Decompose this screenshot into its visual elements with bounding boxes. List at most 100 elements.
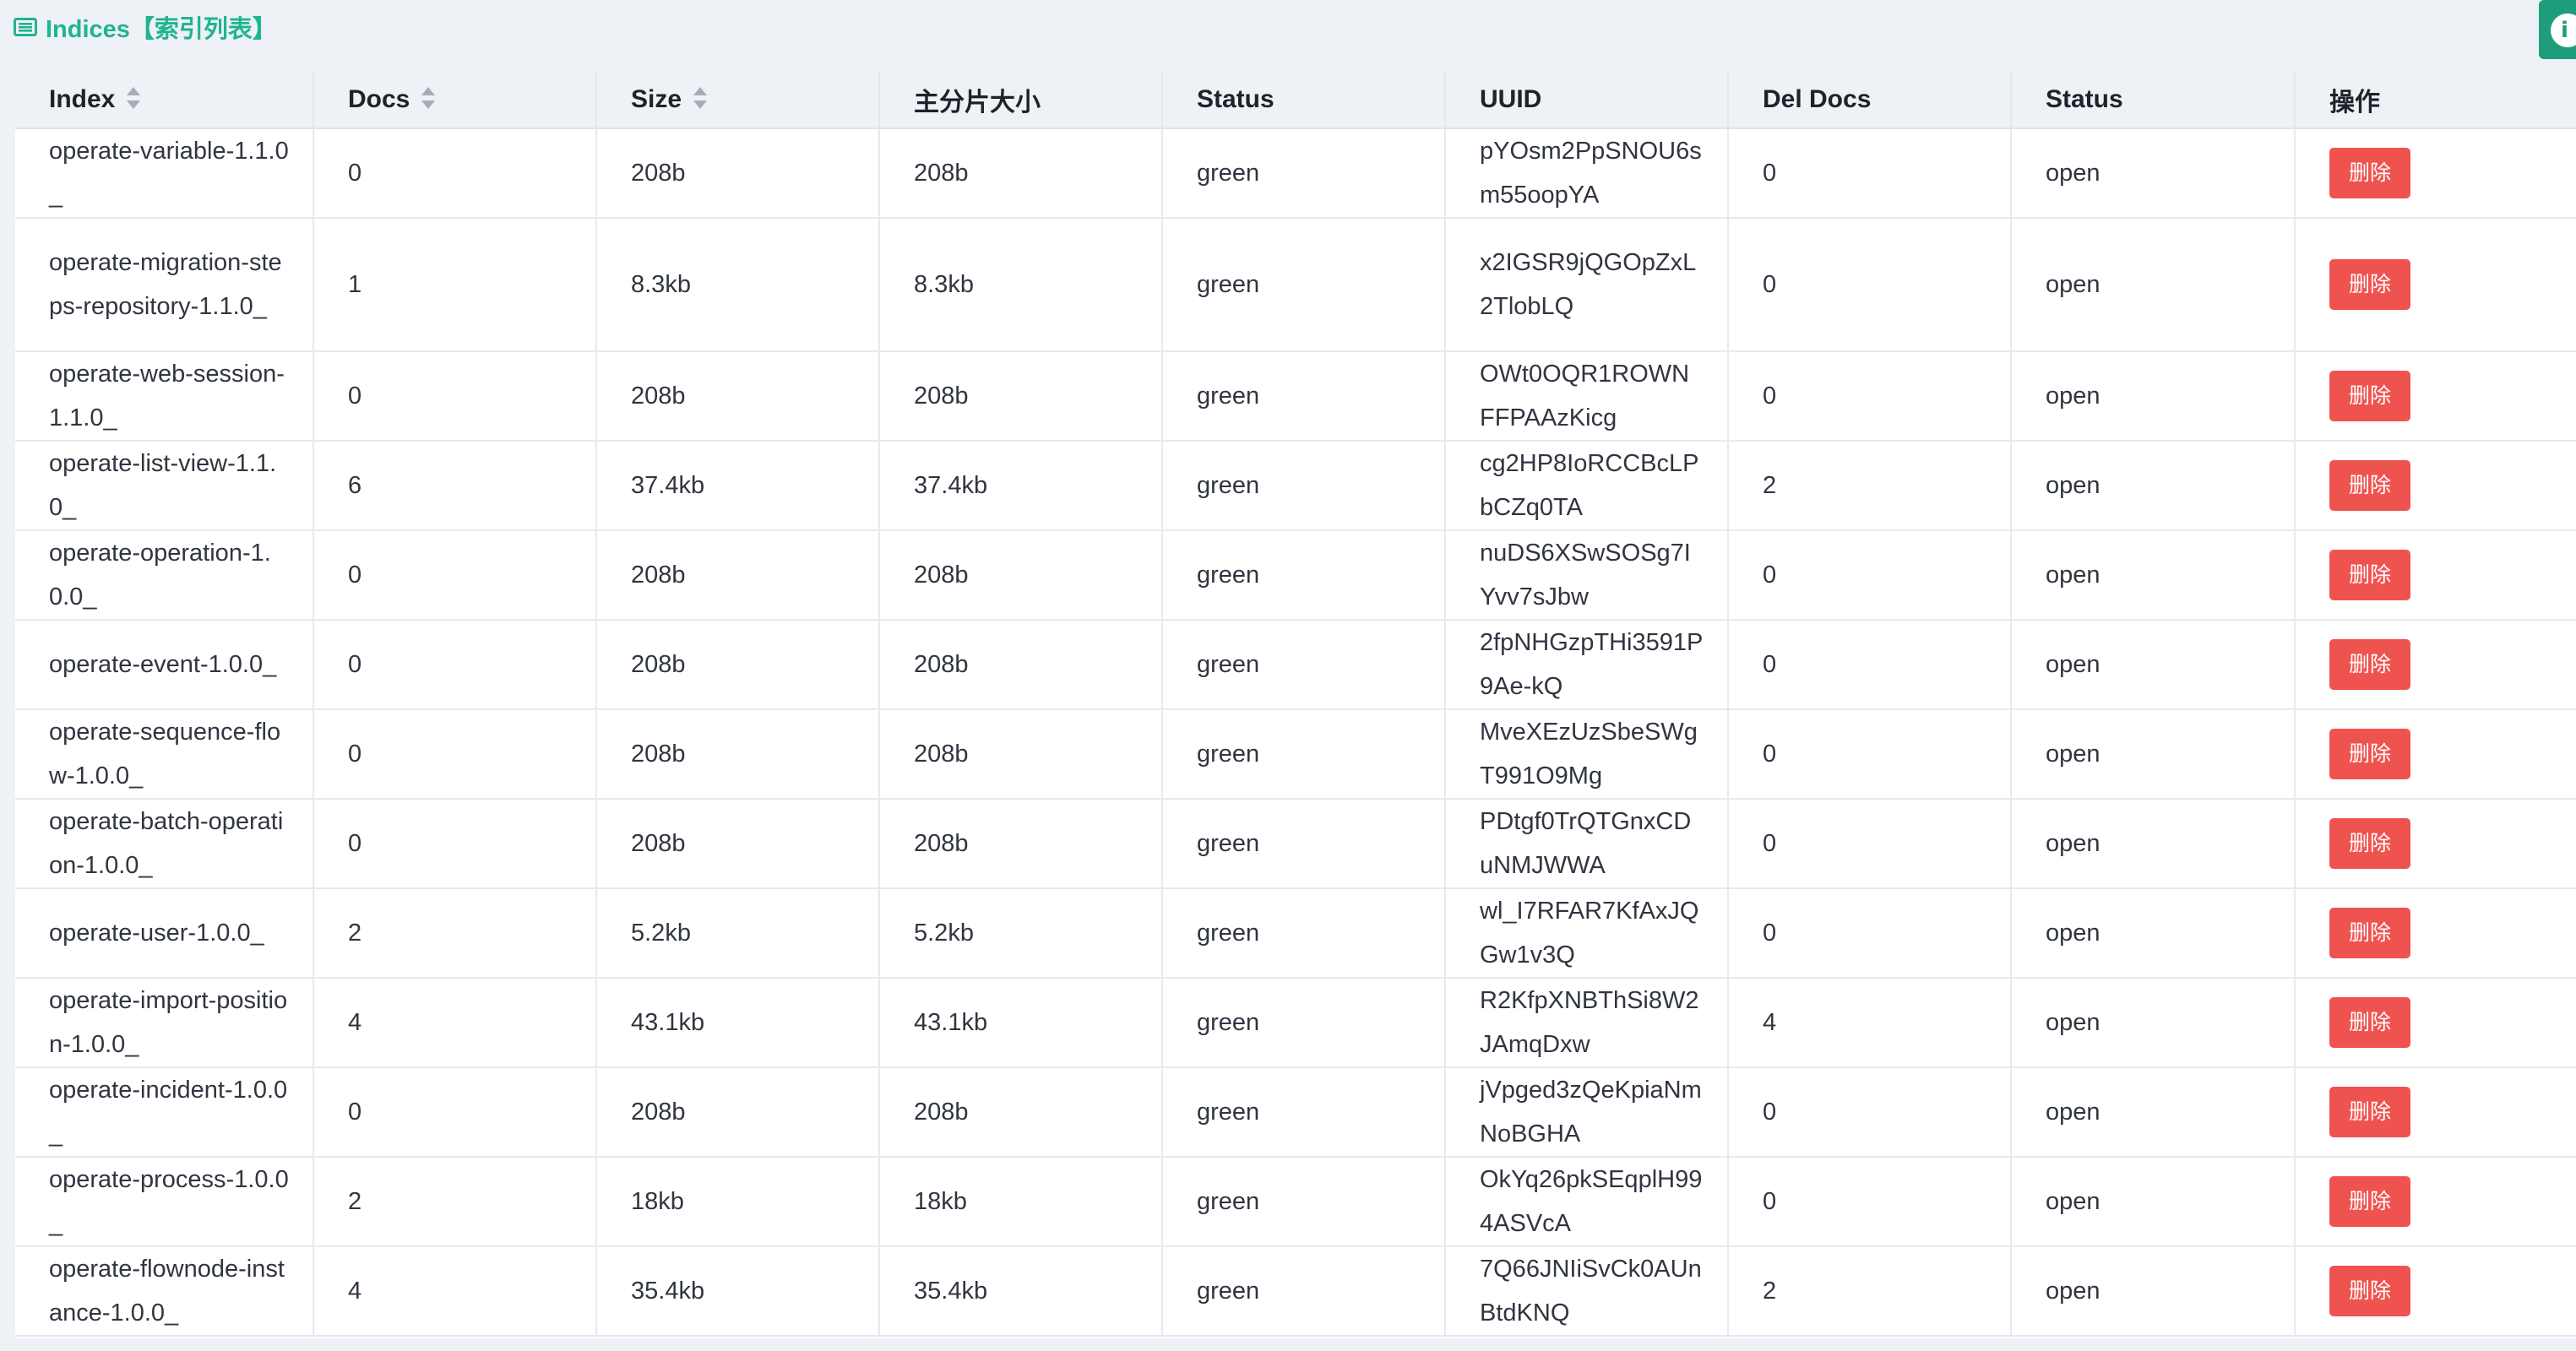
- column-header-index[interactable]: Index: [15, 72, 314, 129]
- cell-index: operate-flownode-instance-1.0.0_: [15, 1246, 314, 1337]
- cell-primary-size: 35.4kb: [879, 1246, 1163, 1337]
- cell-size: 208b: [596, 709, 880, 800]
- table-row: operate-import-position-1.0.0_ 4 43.1kb 43.…: [15, 978, 2576, 1068]
- cell-status: open: [2011, 799, 2296, 889]
- cell-primary-size: 208b: [879, 620, 1163, 710]
- cell-uuid: OWt0OQR1ROWNFFPAAzKicg: [1445, 351, 1729, 442]
- cell-del-docs: 2: [1728, 1246, 2012, 1337]
- cell-size: 208b: [596, 1067, 880, 1158]
- cell-health: green: [1162, 530, 1446, 621]
- cell-index: operate-sequence-flow-1.0.0_: [15, 709, 314, 800]
- sort-icon[interactable]: [692, 85, 709, 111]
- cell-docs: 0: [313, 1067, 597, 1158]
- delete-button[interactable]: 删除: [2329, 908, 2410, 958]
- cell-index: operate-import-position-1.0.0_: [15, 978, 314, 1068]
- cell-docs: 0: [313, 351, 597, 442]
- cell-docs: 4: [313, 978, 597, 1068]
- cell-status: open: [2011, 620, 2296, 710]
- cell-actions: 删除: [2295, 620, 2576, 710]
- delete-button[interactable]: 删除: [2329, 371, 2410, 421]
- cell-index: operate-batch-operation-1.0.0_: [15, 799, 314, 889]
- cell-status: open: [2011, 1067, 2296, 1158]
- cell-status: open: [2011, 888, 2296, 979]
- cell-del-docs: 0: [1728, 351, 2012, 442]
- cell-primary-size: 43.1kb: [879, 978, 1163, 1068]
- top-bar: Indices【索引列表】 i: [0, 0, 2576, 72]
- cell-actions: 删除: [2295, 530, 2576, 621]
- cell-uuid: MveXEzUzSbeSWgT991O9Mg: [1445, 709, 1729, 800]
- delete-button[interactable]: 删除: [2329, 460, 2410, 511]
- column-header-status: Status: [2011, 72, 2296, 129]
- cell-del-docs: 0: [1728, 799, 2012, 889]
- table-row: operate-variable-1.1.0_ 0 208b 208b green pYO…: [15, 128, 2576, 219]
- cell-primary-size: 208b: [879, 1067, 1163, 1158]
- cell-uuid: pYOsm2PpSNOU6sm55oopYA: [1445, 128, 1729, 219]
- cell-del-docs: 4: [1728, 978, 2012, 1068]
- cell-actions: 删除: [2295, 1157, 2576, 1247]
- table-row: operate-user-1.0.0_ 2 5.2kb 5.2kb green wl_I7…: [15, 888, 2576, 979]
- cell-actions: 删除: [2295, 978, 2576, 1068]
- cell-primary-size: 208b: [879, 530, 1163, 621]
- cell-uuid: OkYq26pkSEqplH994ASVcA: [1445, 1157, 1729, 1247]
- delete-button[interactable]: 删除: [2329, 818, 2410, 869]
- delete-button[interactable]: 删除: [2329, 639, 2410, 690]
- cell-size: 8.3kb: [596, 218, 880, 352]
- delete-button[interactable]: 删除: [2329, 148, 2410, 198]
- table-row: operate-sequence-flow-1.0.0_ 0 208b 208b gre…: [15, 709, 2576, 800]
- cell-docs: 1: [313, 218, 597, 352]
- cell-health: green: [1162, 441, 1446, 531]
- cell-uuid: 7Q66JNIiSvCk0AUnBtdKNQ: [1445, 1246, 1729, 1337]
- cell-status: open: [2011, 709, 2296, 800]
- cell-health: green: [1162, 1067, 1446, 1158]
- cell-uuid: cg2HP8IoRCCBcLPbCZq0TA: [1445, 441, 1729, 531]
- table-header-row: Index Docs Size 主分片大小 Status UUID Del Do…: [15, 72, 2576, 129]
- cell-actions: 删除: [2295, 351, 2576, 442]
- cell-docs: 2: [313, 1157, 597, 1247]
- cell-actions: 删除: [2295, 1246, 2576, 1337]
- delete-button[interactable]: 删除: [2329, 550, 2410, 600]
- cell-health: green: [1162, 978, 1446, 1068]
- table-list-icon: [14, 18, 37, 36]
- delete-button[interactable]: 删除: [2329, 1266, 2410, 1316]
- cell-uuid: wl_I7RFAR7KfAxJQGw1v3Q: [1445, 888, 1729, 979]
- cell-primary-size: 208b: [879, 128, 1163, 219]
- cell-docs: 0: [313, 128, 597, 219]
- table-row: operate-process-1.0.0_ 2 18kb 18kb green OkYq…: [15, 1157, 2576, 1247]
- table-body: operate-variable-1.1.0_ 0 208b 208b green pYO…: [15, 128, 2576, 1337]
- delete-button[interactable]: 删除: [2329, 729, 2410, 779]
- cell-uuid: 2fpNHGzpTHi3591P9Ae-kQ: [1445, 620, 1729, 710]
- delete-button[interactable]: 删除: [2329, 259, 2410, 310]
- cell-docs: 6: [313, 441, 597, 531]
- table-row: operate-incident-1.0.0_ 0 208b 208b green jVp…: [15, 1067, 2576, 1158]
- table-footer-edge: [15, 1338, 2576, 1351]
- cell-health: green: [1162, 128, 1446, 219]
- cell-status: open: [2011, 1157, 2296, 1247]
- sort-icon[interactable]: [125, 85, 142, 111]
- table-row: operate-event-1.0.0_ 0 208b 208b green 2fpNHG…: [15, 620, 2576, 710]
- delete-button[interactable]: 删除: [2329, 1176, 2410, 1227]
- cell-actions: 删除: [2295, 888, 2576, 979]
- cell-index: operate-process-1.0.0_: [15, 1157, 314, 1247]
- cell-status: open: [2011, 218, 2296, 352]
- cell-del-docs: 2: [1728, 441, 2012, 531]
- cell-status: open: [2011, 978, 2296, 1068]
- column-header-docs[interactable]: Docs: [313, 72, 597, 129]
- cell-index: operate-list-view-1.1.0_: [15, 441, 314, 531]
- delete-button[interactable]: 删除: [2329, 1087, 2410, 1137]
- table-row: operate-batch-operation-1.0.0_ 0 208b 208b g…: [15, 799, 2576, 889]
- cell-size: 43.1kb: [596, 978, 880, 1068]
- sort-icon[interactable]: [420, 85, 437, 111]
- delete-button[interactable]: 删除: [2329, 997, 2410, 1048]
- cell-docs: 4: [313, 1246, 597, 1337]
- table-row: operate-operation-1.0.0_ 0 208b 208b green nu…: [15, 530, 2576, 621]
- cell-index: operate-incident-1.0.0_: [15, 1067, 314, 1158]
- info-button[interactable]: i: [2539, 0, 2576, 59]
- column-header-size[interactable]: Size: [596, 72, 880, 129]
- cell-status: open: [2011, 351, 2296, 442]
- cell-health: green: [1162, 709, 1446, 800]
- cell-health: green: [1162, 888, 1446, 979]
- cell-del-docs: 0: [1728, 888, 2012, 979]
- cell-actions: 删除: [2295, 218, 2576, 352]
- cell-docs: 0: [313, 799, 597, 889]
- cell-size: 208b: [596, 351, 880, 442]
